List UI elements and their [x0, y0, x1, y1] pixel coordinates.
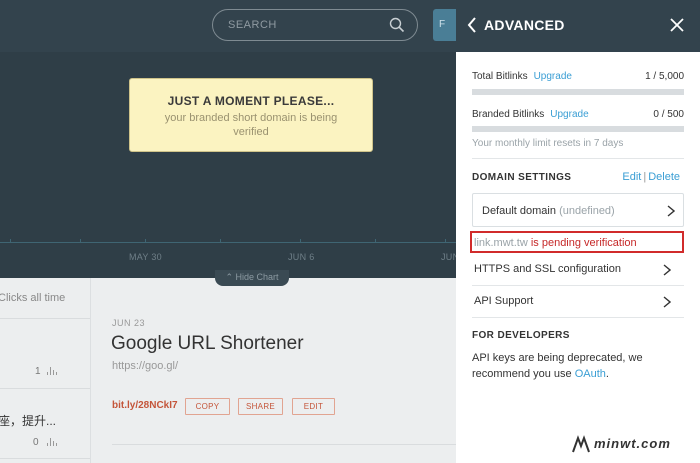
chevron-right-icon — [663, 296, 671, 308]
copy-button[interactable]: COPY — [185, 398, 230, 415]
divider — [112, 444, 456, 445]
edit-button[interactable]: EDIT — [292, 398, 335, 415]
for-developers-title: FOR DEVELOPERS — [472, 330, 570, 341]
upgrade-link[interactable]: Upgrade — [550, 109, 588, 120]
panel-header: ADVANCED — [456, 0, 700, 52]
modal-title: JUST A MOMENT PLEASE... — [167, 94, 335, 108]
separator: | — [643, 171, 647, 183]
share-button[interactable]: SHARE — [238, 398, 283, 415]
divider — [472, 158, 684, 159]
branded-bitlinks-bar — [472, 126, 684, 132]
total-bitlinks-bar — [472, 89, 684, 95]
click-count: 0 — [33, 437, 39, 448]
clicks-all-time-label: Clicks all time — [0, 292, 66, 304]
divider — [0, 388, 90, 389]
default-domain-select[interactable]: Default domain (undefined) — [472, 193, 684, 227]
chart-baseline — [0, 242, 456, 243]
modal-message: your branded short domain is being verif… — [164, 112, 338, 138]
upgrade-link[interactable]: Upgrade — [534, 71, 572, 82]
default-domain-label: Default domain (undefined) — [482, 205, 615, 217]
link-url[interactable]: https://goo.gl/ — [112, 360, 178, 372]
advanced-panel: ADVANCED Total Bitlinks Upgrade 1 / 5,000… — [456, 0, 700, 463]
chart-tick — [300, 239, 301, 243]
default-domain-value: (undefined) — [559, 205, 615, 217]
stat-label: Total Bitlinks — [472, 71, 528, 82]
total-bitlinks-label: Total Bitlinks Upgrade — [472, 71, 572, 82]
chevron-right-icon — [663, 264, 671, 276]
column-separator — [90, 278, 91, 463]
divider — [0, 458, 90, 459]
click-count: 1 — [35, 366, 41, 377]
hide-chart-button[interactable]: ⌃ Hide Chart — [215, 270, 289, 286]
pending-verification-text: link.mwt.tw is pending verification — [474, 237, 637, 249]
mini-bar-chart-icon — [46, 437, 60, 446]
reset-note: Your monthly limit resets in 7 days — [472, 138, 624, 149]
top-bar: SEARCH F — [0, 0, 463, 52]
hide-chart-label: Hide Chart — [235, 272, 279, 282]
developers-punct: . — [605, 368, 609, 380]
delete-link[interactable]: Delete — [648, 171, 680, 183]
verification-modal: JUST A MOMENT PLEASE... your branded sho… — [129, 78, 373, 152]
close-icon[interactable] — [670, 18, 684, 32]
search-placeholder: SEARCH — [228, 19, 277, 31]
chevron-left-icon[interactable] — [467, 17, 477, 33]
edit-link[interactable]: Edit — [622, 171, 641, 183]
link-title[interactable]: Google URL Shortener — [111, 333, 304, 355]
pending-domain: link.mwt.tw — [474, 237, 528, 249]
chart-x-label: JUN 6 — [288, 252, 315, 262]
total-bitlinks-value: 1 / 5,000 — [645, 71, 684, 82]
chart-tick — [375, 239, 376, 243]
branded-bitlinks-value: 0 / 500 — [653, 109, 684, 120]
default-domain-text: Default domain — [482, 205, 556, 217]
chevron-up-icon: ⌃ — [225, 272, 233, 282]
search-icon[interactable] — [389, 17, 405, 33]
chart-x-label: MAY 30 — [129, 252, 162, 262]
pending-status: is pending verification — [527, 237, 637, 249]
watermark: minwt.com — [594, 436, 671, 451]
short-link[interactable]: bit.ly/28NCkI7 — [112, 400, 178, 411]
mini-bar-chart-icon — [46, 366, 60, 375]
chevron-right-icon — [667, 205, 675, 217]
developers-text: API keys are being deprecated, we recomm… — [472, 350, 672, 382]
api-support-menu-item[interactable]: API Support — [472, 286, 684, 318]
content-area — [0, 278, 456, 463]
watermark-logo-icon — [572, 435, 590, 453]
chart-tick — [445, 239, 446, 243]
domain-settings-title: DOMAIN SETTINGS — [472, 172, 572, 183]
menu-item-label: HTTPS and SSL configuration — [474, 263, 621, 275]
list-item-title[interactable]: 座，提升... — [0, 412, 56, 429]
chart-tick — [220, 239, 221, 243]
domain-actions: Edit | Delete — [622, 171, 680, 183]
create-button-label: F — [439, 19, 446, 30]
developers-message: API keys are being deprecated, we recomm… — [472, 352, 643, 380]
chart-tick — [10, 239, 11, 243]
stat-label: Branded Bitlinks — [472, 109, 545, 120]
link-date: JUN 23 — [112, 318, 146, 328]
search-input[interactable]: SEARCH — [212, 9, 418, 41]
oauth-link[interactable]: OAuth — [575, 368, 606, 380]
divider — [0, 318, 90, 319]
menu-item-label: API Support — [474, 295, 534, 307]
chart-tick — [80, 239, 81, 243]
branded-bitlinks-label: Branded Bitlinks Upgrade — [472, 109, 589, 120]
pending-verification-highlight: link.mwt.tw is pending verification — [470, 231, 684, 253]
panel-title: ADVANCED — [484, 17, 565, 33]
chart-tick — [145, 239, 146, 243]
https-ssl-menu-item[interactable]: HTTPS and SSL configuration — [472, 254, 684, 286]
